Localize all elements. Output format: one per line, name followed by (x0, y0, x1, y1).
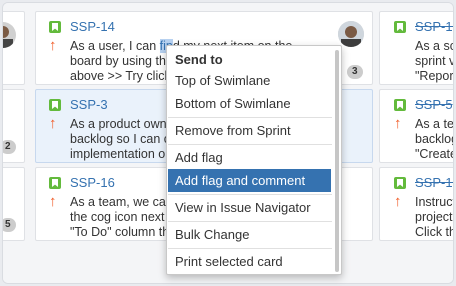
issue-key[interactable]: SSP-16 (70, 175, 115, 190)
estimate-badge: 2 (3, 140, 16, 154)
menu-item-bottom-of-swimlane[interactable]: Bottom of Swimlane (168, 92, 331, 115)
menu-item-add-flag[interactable]: Add flag (168, 146, 331, 169)
menu-item-top-of-swimlane[interactable]: Top of Swimlane (168, 69, 331, 92)
card-partial[interactable]: 2 (3, 89, 25, 163)
card-ssp-17[interactable]: SSP-17 ↑ Instruct project Click th (379, 167, 454, 241)
menu-item-bulk-change[interactable]: Bulk Change (168, 223, 331, 246)
priority-arrow-icon: ↑ (394, 193, 402, 210)
menu-separator (168, 248, 332, 249)
estimate-badge: 3 (347, 65, 363, 79)
avatar (3, 22, 16, 48)
issue-summary: As a sc sprint v "Report (415, 39, 454, 83)
story-icon (49, 21, 61, 33)
menu-header: Send to (175, 52, 223, 67)
menu-separator (168, 117, 332, 118)
menu-separator (168, 221, 332, 222)
menu-item-add-flag-and-comment[interactable]: Add flag and comment (168, 169, 331, 192)
menu-item-print-selected-card[interactable]: Print selected card (168, 250, 331, 273)
priority-arrow-icon: ↑ (49, 193, 57, 210)
menu-item-view-in-issue-navigator[interactable]: View in Issue Navigator (168, 196, 331, 219)
menu-separator (168, 144, 332, 145)
card-ssp-15[interactable]: SSP-15 As a sc sprint v "Report (379, 11, 454, 85)
column-right: SSP-15 As a sc sprint v "Report SSP-5 ↑ … (379, 3, 454, 283)
story-icon (394, 21, 406, 33)
issue-key[interactable]: SSP-15 (415, 19, 453, 34)
issue-summary: Instruct project Click th (415, 195, 454, 239)
issue-key[interactable]: SSP-14 (70, 19, 115, 34)
menu-scrollbar[interactable] (335, 50, 339, 272)
issue-key[interactable]: SSP-5 (415, 97, 453, 112)
assignee-avatar (338, 21, 364, 47)
issue-key[interactable]: SSP-3 (70, 97, 108, 112)
menu-item-remove-from-sprint[interactable]: Remove from Sprint (168, 119, 331, 142)
card-context-menu: Send to Top of Swimlane Bottom of Swimla… (166, 45, 342, 275)
issue-key[interactable]: SSP-17 (415, 175, 453, 190)
priority-arrow-icon: ↑ (49, 115, 57, 132)
priority-arrow-icon: ↑ (394, 115, 402, 132)
card-ssp-5[interactable]: SSP-5 ↑ As a te backlog "Create (379, 89, 454, 163)
story-icon (49, 177, 61, 189)
issue-summary: As a te backlog "Create (415, 117, 454, 161)
story-icon (394, 99, 406, 111)
card-partial[interactable] (3, 11, 25, 85)
issue-summary: As a product owne backlog so I can c imp… (70, 117, 174, 161)
menu-separator (168, 194, 332, 195)
estimate-badge: 5 (3, 218, 16, 232)
column-left: 2 5 (3, 3, 29, 283)
card-partial[interactable]: 5 (3, 167, 25, 241)
issue-summary: As a team, we can the cog icon next t "T… (70, 195, 173, 239)
priority-arrow-icon: ↑ (49, 37, 57, 54)
story-icon (394, 177, 406, 189)
story-icon (49, 99, 61, 111)
